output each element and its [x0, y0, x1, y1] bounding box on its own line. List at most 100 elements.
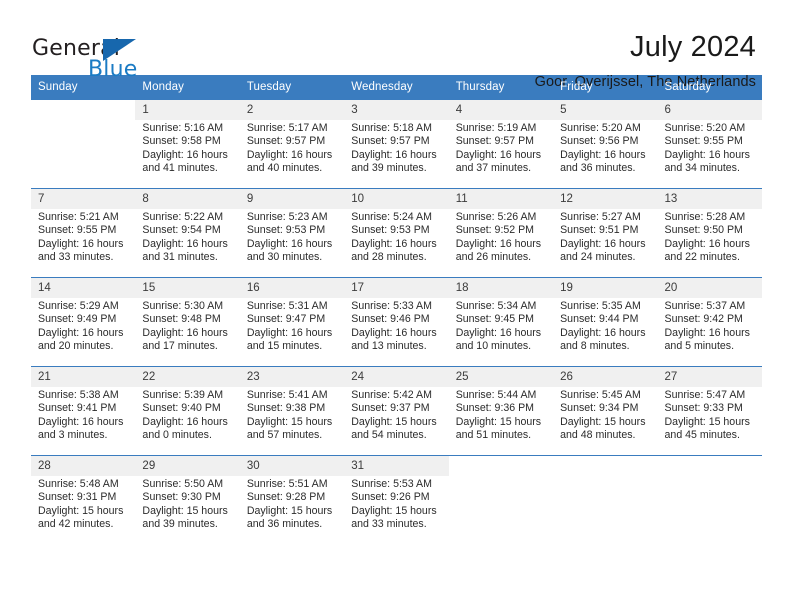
calendar-day-cell[interactable]: 5 Sunrise: 5:20 AM Sunset: 9:56 PM Daylig…: [553, 100, 658, 189]
day-number: 1: [135, 100, 240, 120]
calendar-day-cell[interactable]: 1 Sunrise: 5:16 AM Sunset: 9:58 PM Daylig…: [135, 100, 240, 189]
day-cell-body: 30 Sunrise: 5:51 AM Sunset: 9:28 PM Dayli…: [239, 456, 345, 544]
sun-times-text: Sunrise: 5:38 AM Sunset: 9:41 PM Dayligh…: [38, 389, 124, 442]
sun-times-text: Sunrise: 5:48 AM Sunset: 9:31 PM Dayligh…: [38, 478, 124, 531]
calendar-day-cell[interactable]: 20 Sunrise: 5:37 AM Sunset: 9:42 PM Dayli…: [657, 277, 762, 367]
calendar-day-cell[interactable]: 4 Sunrise: 5:19 AM Sunset: 9:57 PM Daylig…: [448, 100, 554, 189]
day-number: 30: [239, 456, 345, 476]
calendar-week-row: 1 Sunrise: 5:16 AM Sunset: 9:58 PM Daylig…: [31, 100, 762, 189]
day-cell-body: 4 Sunrise: 5:19 AM Sunset: 9:57 PM Daylig…: [448, 100, 554, 188]
calendar-day-cell[interactable]: 29 Sunrise: 5:50 AM Sunset: 9:30 PM Dayli…: [135, 455, 240, 544]
day-number: 19: [553, 278, 658, 298]
brand-logo: General Blue: [30, 28, 170, 86]
calendar-cell-empty: [657, 455, 762, 544]
day-cell-body: [553, 456, 658, 544]
day-cell-body: 13 Sunrise: 5:28 AM Sunset: 9:50 PM Dayli…: [657, 189, 762, 277]
sun-times-text: Sunrise: 5:37 AM Sunset: 9:42 PM Dayligh…: [664, 300, 750, 353]
calendar-day-cell[interactable]: 24 Sunrise: 5:42 AM Sunset: 9:37 PM Dayli…: [344, 366, 449, 456]
sun-times-text: Sunrise: 5:22 AM Sunset: 9:54 PM Dayligh…: [142, 211, 228, 264]
sun-times-text: Sunrise: 5:29 AM Sunset: 9:49 PM Dayligh…: [38, 300, 124, 353]
day-cell-body: 2 Sunrise: 5:17 AM Sunset: 9:57 PM Daylig…: [239, 100, 345, 188]
calendar-week-row: 28 Sunrise: 5:48 AM Sunset: 9:31 PM Dayli…: [31, 455, 762, 544]
sun-times-text: Sunrise: 5:19 AM Sunset: 9:57 PM Dayligh…: [455, 122, 542, 175]
calendar-day-cell[interactable]: 22 Sunrise: 5:39 AM Sunset: 9:40 PM Dayli…: [135, 366, 240, 456]
day-number: 28: [31, 456, 136, 476]
calendar-day-cell[interactable]: 23 Sunrise: 5:41 AM Sunset: 9:38 PM Dayli…: [239, 366, 345, 456]
day-number: 29: [135, 456, 240, 476]
day-number: 31: [344, 456, 449, 476]
sun-times-text: Sunrise: 5:28 AM Sunset: 9:50 PM Dayligh…: [664, 211, 750, 264]
day-cell-body: [31, 100, 136, 188]
day-cell-body: 11 Sunrise: 5:26 AM Sunset: 9:52 PM Dayli…: [448, 189, 554, 277]
sun-times-text: Sunrise: 5:35 AM Sunset: 9:44 PM Dayligh…: [560, 300, 646, 353]
sun-times-text: Sunrise: 5:41 AM Sunset: 9:38 PM Dayligh…: [246, 389, 333, 442]
sun-times-text: Sunrise: 5:31 AM Sunset: 9:47 PM Dayligh…: [246, 300, 333, 353]
calendar-day-cell[interactable]: 27 Sunrise: 5:47 AM Sunset: 9:33 PM Dayli…: [657, 366, 762, 456]
day-number: 3: [344, 100, 449, 120]
day-cell-body: 6 Sunrise: 5:20 AM Sunset: 9:55 PM Daylig…: [657, 100, 762, 188]
calendar-day-cell[interactable]: 30 Sunrise: 5:51 AM Sunset: 9:28 PM Dayli…: [239, 455, 345, 544]
day-number: 23: [239, 367, 345, 387]
day-cell-body: 9 Sunrise: 5:23 AM Sunset: 9:53 PM Daylig…: [239, 189, 345, 277]
calendar-day-cell[interactable]: 31 Sunrise: 5:53 AM Sunset: 9:26 PM Dayli…: [344, 455, 449, 544]
sun-times-text: Sunrise: 5:30 AM Sunset: 9:48 PM Dayligh…: [142, 300, 228, 353]
page-title: July 2024: [630, 31, 756, 63]
day-cell-body: 21 Sunrise: 5:38 AM Sunset: 9:41 PM Dayli…: [31, 367, 136, 455]
calendar-day-cell[interactable]: 6 Sunrise: 5:20 AM Sunset: 9:55 PM Daylig…: [657, 100, 762, 189]
day-number: 17: [344, 278, 449, 298]
calendar-page: General Blue July 2024 Goor, Overijssel,…: [0, 0, 792, 612]
day-number: 4: [448, 100, 554, 120]
day-number: 16: [239, 278, 345, 298]
sun-times-text: Sunrise: 5:39 AM Sunset: 9:40 PM Dayligh…: [142, 389, 228, 442]
day-number: 14: [31, 278, 136, 298]
calendar-day-cell[interactable]: 11 Sunrise: 5:26 AM Sunset: 9:52 PM Dayli…: [448, 188, 554, 278]
day-number: 10: [344, 189, 449, 209]
day-cell-body: 22 Sunrise: 5:39 AM Sunset: 9:40 PM Dayli…: [135, 367, 240, 455]
calendar-day-cell[interactable]: 7 Sunrise: 5:21 AM Sunset: 9:55 PM Daylig…: [31, 188, 136, 278]
day-number: 7: [31, 189, 136, 209]
calendar-day-cell[interactable]: 9 Sunrise: 5:23 AM Sunset: 9:53 PM Daylig…: [239, 188, 345, 278]
day-number: 12: [553, 189, 658, 209]
calendar-day-cell[interactable]: 13 Sunrise: 5:28 AM Sunset: 9:50 PM Dayli…: [657, 188, 762, 278]
calendar-day-cell[interactable]: 3 Sunrise: 5:18 AM Sunset: 9:57 PM Daylig…: [344, 100, 449, 189]
day-cell-body: 29 Sunrise: 5:50 AM Sunset: 9:30 PM Dayli…: [135, 456, 240, 544]
calendar-day-cell[interactable]: 17 Sunrise: 5:33 AM Sunset: 9:46 PM Dayli…: [344, 277, 449, 367]
day-number: 5: [553, 100, 658, 120]
day-cell-body: 20 Sunrise: 5:37 AM Sunset: 9:42 PM Dayli…: [657, 278, 762, 366]
calendar-body: 1 Sunrise: 5:16 AM Sunset: 9:58 PM Daylig…: [31, 100, 762, 544]
day-cell-body: [657, 456, 762, 544]
calendar-day-cell[interactable]: 26 Sunrise: 5:45 AM Sunset: 9:34 PM Dayli…: [553, 366, 658, 456]
sun-times-text: Sunrise: 5:51 AM Sunset: 9:28 PM Dayligh…: [246, 478, 333, 531]
calendar-cell-empty: [553, 455, 658, 544]
sun-times-text: Sunrise: 5:34 AM Sunset: 9:45 PM Dayligh…: [455, 300, 542, 353]
day-cell-body: 17 Sunrise: 5:33 AM Sunset: 9:46 PM Dayli…: [344, 278, 449, 366]
calendar-day-cell[interactable]: 12 Sunrise: 5:27 AM Sunset: 9:51 PM Dayli…: [553, 188, 658, 278]
day-cell-body: 3 Sunrise: 5:18 AM Sunset: 9:57 PM Daylig…: [344, 100, 449, 188]
day-number: 20: [657, 278, 762, 298]
calendar-day-cell[interactable]: 21 Sunrise: 5:38 AM Sunset: 9:41 PM Dayli…: [31, 366, 136, 456]
day-number: 21: [31, 367, 136, 387]
calendar-day-cell[interactable]: 15 Sunrise: 5:30 AM Sunset: 9:48 PM Dayli…: [135, 277, 240, 367]
sun-times-text: Sunrise: 5:23 AM Sunset: 9:53 PM Dayligh…: [246, 211, 333, 264]
day-number: [553, 456, 657, 476]
calendar-day-cell[interactable]: 2 Sunrise: 5:17 AM Sunset: 9:57 PM Daylig…: [239, 100, 345, 189]
calendar-day-cell[interactable]: 10 Sunrise: 5:24 AM Sunset: 9:53 PM Dayli…: [344, 188, 449, 278]
sun-times-text: Sunrise: 5:50 AM Sunset: 9:30 PM Dayligh…: [142, 478, 228, 531]
calendar-day-cell[interactable]: 8 Sunrise: 5:22 AM Sunset: 9:54 PM Daylig…: [135, 188, 240, 278]
calendar-day-cell[interactable]: 18 Sunrise: 5:34 AM Sunset: 9:45 PM Dayli…: [448, 277, 554, 367]
calendar-day-cell[interactable]: 28 Sunrise: 5:48 AM Sunset: 9:31 PM Dayli…: [31, 455, 136, 544]
sun-times-text: Sunrise: 5:24 AM Sunset: 9:53 PM Dayligh…: [351, 211, 437, 264]
calendar-day-cell[interactable]: 14 Sunrise: 5:29 AM Sunset: 9:49 PM Dayli…: [31, 277, 136, 367]
calendar-week-row: 7 Sunrise: 5:21 AM Sunset: 9:55 PM Daylig…: [31, 188, 762, 278]
sun-times-text: Sunrise: 5:16 AM Sunset: 9:58 PM Dayligh…: [142, 122, 228, 175]
day-cell-body: 23 Sunrise: 5:41 AM Sunset: 9:38 PM Dayli…: [239, 367, 345, 455]
day-cell-body: 1 Sunrise: 5:16 AM Sunset: 9:58 PM Daylig…: [135, 100, 240, 188]
sun-times-text: Sunrise: 5:18 AM Sunset: 9:57 PM Dayligh…: [351, 122, 437, 175]
sun-times-text: Sunrise: 5:17 AM Sunset: 9:57 PM Dayligh…: [246, 122, 333, 175]
day-number: [449, 456, 553, 476]
calendar-day-cell[interactable]: 19 Sunrise: 5:35 AM Sunset: 9:44 PM Dayli…: [553, 277, 658, 367]
calendar-day-cell[interactable]: 16 Sunrise: 5:31 AM Sunset: 9:47 PM Dayli…: [239, 277, 345, 367]
day-number: 22: [135, 367, 240, 387]
calendar-day-cell[interactable]: 25 Sunrise: 5:44 AM Sunset: 9:36 PM Dayli…: [448, 366, 554, 456]
day-number: [31, 100, 135, 120]
